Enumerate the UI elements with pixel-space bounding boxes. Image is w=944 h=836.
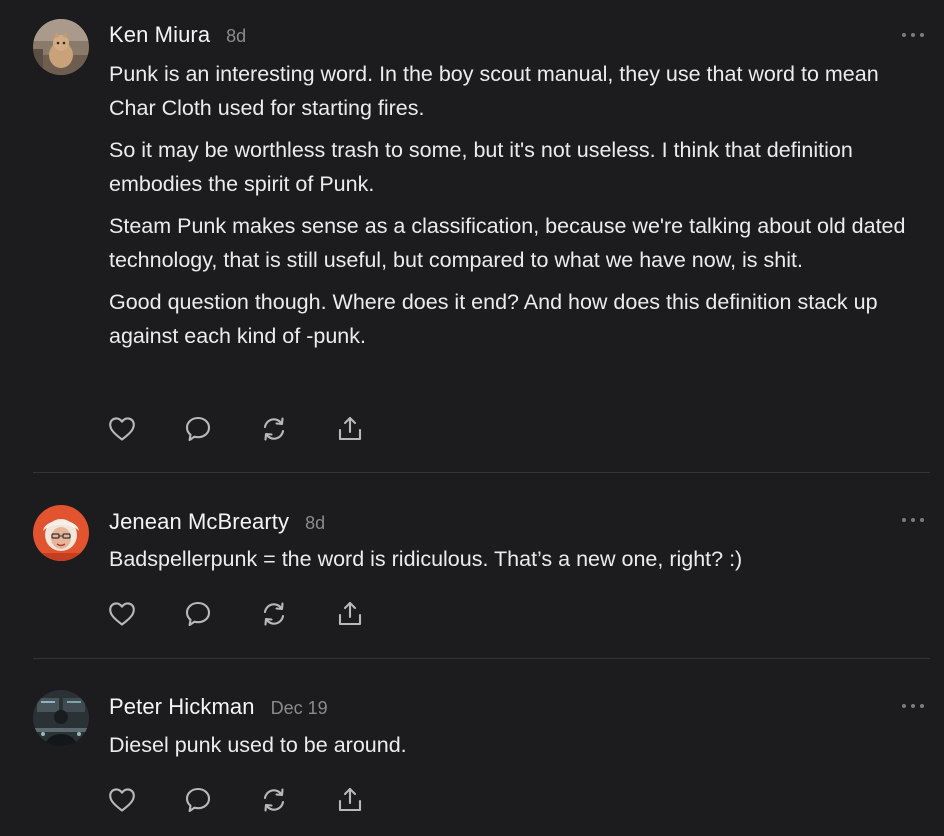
- author-name[interactable]: Ken Miura: [109, 22, 210, 48]
- comment-header: Jenean McBrearty 8d: [109, 509, 325, 535]
- comment-actions: [107, 599, 411, 629]
- avatar[interactable]: [33, 19, 89, 75]
- restack-icon: [263, 788, 285, 812]
- comment-paragraph: Badspellerpunk = the word is ridiculous.…: [109, 547, 743, 571]
- comment-paragraph: Punk is an interesting word. In the boy …: [109, 62, 879, 120]
- comment-body: Badspellerpunk = the word is ridiculous.…: [109, 543, 924, 586]
- more-options-icon[interactable]: [902, 30, 924, 40]
- reply-button[interactable]: [183, 785, 213, 815]
- comment-header: Peter Hickman Dec 19: [109, 694, 328, 720]
- comment-paragraph: Steam Punk makes sense as a classificati…: [109, 214, 906, 272]
- comment-icon: [185, 416, 211, 442]
- comment-paragraph: Good question though. Where does it end?…: [109, 290, 878, 348]
- restack-icon: [263, 417, 285, 441]
- avatar[interactable]: [33, 505, 89, 561]
- restack-button[interactable]: [259, 785, 289, 815]
- restack-button[interactable]: [259, 599, 289, 629]
- avatar-image-cat: [33, 19, 89, 75]
- avatar-image-person: [33, 505, 89, 561]
- share-button[interactable]: [335, 785, 365, 815]
- comment-actions: [107, 414, 411, 444]
- reply-button[interactable]: [183, 599, 213, 629]
- more-options-icon[interactable]: [902, 701, 924, 711]
- comment-icon: [185, 787, 211, 813]
- avatar-image-studio: [33, 690, 89, 746]
- restack-button[interactable]: [259, 414, 289, 444]
- share-button[interactable]: [335, 599, 365, 629]
- like-button[interactable]: [107, 414, 137, 444]
- share-icon: [338, 416, 362, 441]
- timestamp[interactable]: 8d: [305, 513, 325, 534]
- share-icon: [338, 787, 362, 812]
- reply-button[interactable]: [183, 414, 213, 444]
- like-button[interactable]: [107, 785, 137, 815]
- timestamp[interactable]: 8d: [226, 26, 246, 47]
- author-name[interactable]: Peter Hickman: [109, 694, 255, 720]
- comment-actions: [107, 785, 411, 815]
- comment-paragraph: So it may be worthless trash to some, bu…: [109, 138, 853, 196]
- comment-icon: [185, 601, 211, 627]
- share-icon: [338, 601, 362, 626]
- comment-body: Punk is an interesting word. In the boy …: [109, 58, 924, 362]
- restack-icon: [263, 602, 285, 626]
- heart-icon: [109, 788, 135, 812]
- comment-header: Ken Miura 8d: [109, 22, 246, 48]
- author-name[interactable]: Jenean McBrearty: [109, 509, 289, 535]
- divider: [33, 658, 930, 659]
- divider: [33, 472, 930, 473]
- more-options-icon[interactable]: [902, 515, 924, 525]
- comment-paragraph: Diesel punk used to be around.: [109, 733, 407, 757]
- heart-icon: [109, 417, 135, 441]
- avatar[interactable]: [33, 690, 89, 746]
- like-button[interactable]: [107, 599, 137, 629]
- timestamp[interactable]: Dec 19: [271, 698, 328, 719]
- comment-body: Diesel punk used to be around.: [109, 729, 924, 772]
- share-button[interactable]: [335, 414, 365, 444]
- heart-icon: [109, 602, 135, 626]
